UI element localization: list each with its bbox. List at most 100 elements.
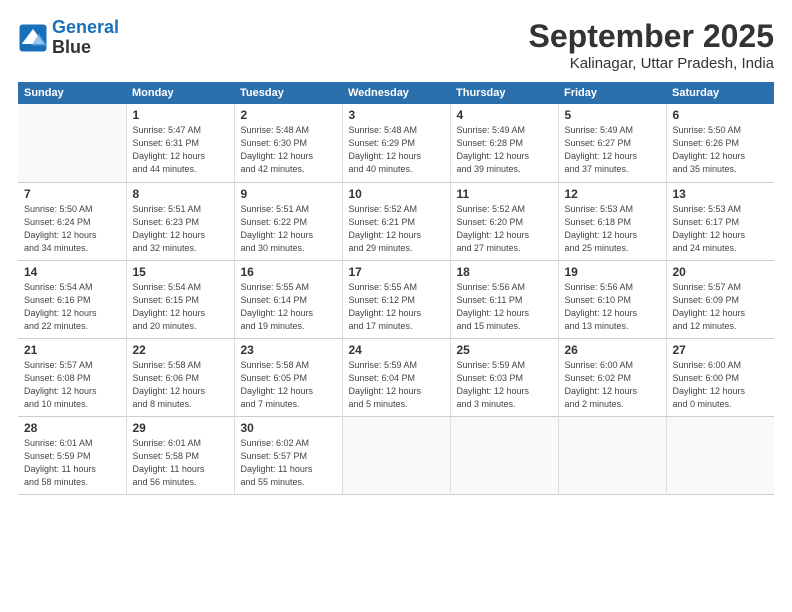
calendar-cell: 28 Sunrise: 6:01 AM Sunset: 5:59 PM Dayli… <box>18 416 126 494</box>
day-info: Sunrise: 5:57 AM Sunset: 6:09 PM Dayligh… <box>673 281 769 333</box>
day-number: 18 <box>457 265 552 279</box>
day-info: Sunrise: 5:50 AM Sunset: 6:24 PM Dayligh… <box>24 203 120 255</box>
day-number: 21 <box>24 343 120 357</box>
calendar-cell: 9 Sunrise: 5:51 AM Sunset: 6:22 PM Daylig… <box>234 182 342 260</box>
day-number: 13 <box>673 187 769 201</box>
day-number: 6 <box>673 108 769 122</box>
day-info: Sunrise: 5:59 AM Sunset: 6:04 PM Dayligh… <box>349 359 444 411</box>
header-saturday: Saturday <box>666 82 774 104</box>
day-info: Sunrise: 5:52 AM Sunset: 6:20 PM Dayligh… <box>457 203 552 255</box>
calendar-cell: 4 Sunrise: 5:49 AM Sunset: 6:28 PM Daylig… <box>450 104 558 182</box>
day-number: 12 <box>565 187 660 201</box>
calendar-cell: 17 Sunrise: 5:55 AM Sunset: 6:12 PM Dayli… <box>342 260 450 338</box>
header-sunday: Sunday <box>18 82 126 104</box>
day-number: 27 <box>673 343 769 357</box>
calendar-cell: 12 Sunrise: 5:53 AM Sunset: 6:18 PM Dayli… <box>558 182 666 260</box>
day-number: 10 <box>349 187 444 201</box>
calendar-cell: 7 Sunrise: 5:50 AM Sunset: 6:24 PM Daylig… <box>18 182 126 260</box>
calendar-cell: 29 Sunrise: 6:01 AM Sunset: 5:58 PM Dayli… <box>126 416 234 494</box>
day-info: Sunrise: 5:51 AM Sunset: 6:23 PM Dayligh… <box>133 203 228 255</box>
calendar-cell: 27 Sunrise: 6:00 AM Sunset: 6:00 PM Dayli… <box>666 338 774 416</box>
calendar-cell: 26Sunrise: 6:00 AM Sunset: 6:02 PM Dayli… <box>558 338 666 416</box>
title-block: September 2025 Kalinagar, Uttar Pradesh,… <box>529 18 774 72</box>
day-info: Sunrise: 6:01 AM Sunset: 5:59 PM Dayligh… <box>24 437 120 489</box>
day-info: Sunrise: 5:52 AM Sunset: 6:21 PM Dayligh… <box>349 203 444 255</box>
day-number: 9 <box>241 187 336 201</box>
day-number: 29 <box>133 421 228 435</box>
day-number: 23 <box>241 343 336 357</box>
calendar-cell: 1 Sunrise: 5:47 AM Sunset: 6:31 PM Daylig… <box>126 104 234 182</box>
day-number: 15 <box>133 265 228 279</box>
day-number: 19 <box>565 265 660 279</box>
day-number: 28 <box>24 421 120 435</box>
calendar-cell: 2Sunrise: 5:48 AM Sunset: 6:30 PM Daylig… <box>234 104 342 182</box>
day-info: Sunrise: 5:56 AM Sunset: 6:11 PM Dayligh… <box>457 281 552 333</box>
day-number: 25 <box>457 343 552 357</box>
day-number: 4 <box>457 108 552 122</box>
calendar-cell: 25 Sunrise: 5:59 AM Sunset: 6:03 PM Dayli… <box>450 338 558 416</box>
calendar-cell <box>342 416 450 494</box>
calendar-cell <box>666 416 774 494</box>
calendar-body: 1 Sunrise: 5:47 AM Sunset: 6:31 PM Daylig… <box>18 104 774 494</box>
day-number: 16 <box>241 265 336 279</box>
logo-icon <box>18 23 48 53</box>
day-number: 14 <box>24 265 120 279</box>
day-info: Sunrise: 5:48 AM Sunset: 6:29 PM Dayligh… <box>349 124 444 176</box>
day-number: 17 <box>349 265 444 279</box>
day-info: Sunrise: 6:02 AM Sunset: 5:57 PM Dayligh… <box>241 437 336 489</box>
calendar-cell: 20 Sunrise: 5:57 AM Sunset: 6:09 PM Dayli… <box>666 260 774 338</box>
day-number: 1 <box>133 108 228 122</box>
calendar-cell: 14 Sunrise: 5:54 AM Sunset: 6:16 PM Dayli… <box>18 260 126 338</box>
day-info: Sunrise: 6:01 AM Sunset: 5:58 PM Dayligh… <box>133 437 228 489</box>
day-info: Sunrise: 5:47 AM Sunset: 6:31 PM Dayligh… <box>133 124 228 176</box>
calendar-cell: 5Sunrise: 5:49 AM Sunset: 6:27 PM Daylig… <box>558 104 666 182</box>
day-info: Sunrise: 5:54 AM Sunset: 6:16 PM Dayligh… <box>24 281 120 333</box>
day-info: Sunrise: 5:54 AM Sunset: 6:15 PM Dayligh… <box>133 281 228 333</box>
calendar-cell: 15 Sunrise: 5:54 AM Sunset: 6:15 PM Dayli… <box>126 260 234 338</box>
header-friday: Friday <box>558 82 666 104</box>
day-info: Sunrise: 5:51 AM Sunset: 6:22 PM Dayligh… <box>241 203 336 255</box>
month-title: September 2025 <box>529 18 774 55</box>
day-info: Sunrise: 5:56 AM Sunset: 6:10 PM Dayligh… <box>565 281 660 333</box>
calendar-cell <box>18 104 126 182</box>
logo: General Blue <box>18 18 119 58</box>
calendar-cell <box>450 416 558 494</box>
day-number: 2 <box>241 108 336 122</box>
logo-text: General Blue <box>52 18 119 58</box>
header-wednesday: Wednesday <box>342 82 450 104</box>
calendar-cell: 16Sunrise: 5:55 AM Sunset: 6:14 PM Dayli… <box>234 260 342 338</box>
day-number: 7 <box>24 187 120 201</box>
day-info: Sunrise: 5:55 AM Sunset: 6:12 PM Dayligh… <box>349 281 444 333</box>
day-number: 20 <box>673 265 769 279</box>
calendar-cell <box>558 416 666 494</box>
calendar-cell: 18 Sunrise: 5:56 AM Sunset: 6:11 PM Dayli… <box>450 260 558 338</box>
day-number: 3 <box>349 108 444 122</box>
day-info: Sunrise: 5:58 AM Sunset: 6:06 PM Dayligh… <box>133 359 228 411</box>
day-info: Sunrise: 5:49 AM Sunset: 6:28 PM Dayligh… <box>457 124 552 176</box>
day-number: 26 <box>565 343 660 357</box>
calendar-cell: 6Sunrise: 5:50 AM Sunset: 6:26 PM Daylig… <box>666 104 774 182</box>
day-info: Sunrise: 5:53 AM Sunset: 6:17 PM Dayligh… <box>673 203 769 255</box>
day-info: Sunrise: 5:57 AM Sunset: 6:08 PM Dayligh… <box>24 359 120 411</box>
calendar-cell: 24 Sunrise: 5:59 AM Sunset: 6:04 PM Dayli… <box>342 338 450 416</box>
calendar-cell: 30 Sunrise: 6:02 AM Sunset: 5:57 PM Dayli… <box>234 416 342 494</box>
day-info: Sunrise: 5:49 AM Sunset: 6:27 PM Dayligh… <box>565 124 660 176</box>
day-number: 30 <box>241 421 336 435</box>
calendar-cell: 11 Sunrise: 5:52 AM Sunset: 6:20 PM Dayli… <box>450 182 558 260</box>
calendar-cell: 8 Sunrise: 5:51 AM Sunset: 6:23 PM Daylig… <box>126 182 234 260</box>
day-number: 11 <box>457 187 552 201</box>
day-info: Sunrise: 5:53 AM Sunset: 6:18 PM Dayligh… <box>565 203 660 255</box>
calendar-cell: 21 Sunrise: 5:57 AM Sunset: 6:08 PM Dayli… <box>18 338 126 416</box>
day-info: Sunrise: 5:59 AM Sunset: 6:03 PM Dayligh… <box>457 359 552 411</box>
header-monday: Monday <box>126 82 234 104</box>
header-thursday: Thursday <box>450 82 558 104</box>
day-info: Sunrise: 6:00 AM Sunset: 6:00 PM Dayligh… <box>673 359 769 411</box>
day-number: 24 <box>349 343 444 357</box>
calendar-cell: 19 Sunrise: 5:56 AM Sunset: 6:10 PM Dayli… <box>558 260 666 338</box>
calendar-cell: 3 Sunrise: 5:48 AM Sunset: 6:29 PM Daylig… <box>342 104 450 182</box>
calendar-table: Sunday Monday Tuesday Wednesday Thursday… <box>18 82 774 495</box>
day-number: 22 <box>133 343 228 357</box>
header-tuesday: Tuesday <box>234 82 342 104</box>
calendar-cell: 22 Sunrise: 5:58 AM Sunset: 6:06 PM Dayli… <box>126 338 234 416</box>
day-number: 8 <box>133 187 228 201</box>
